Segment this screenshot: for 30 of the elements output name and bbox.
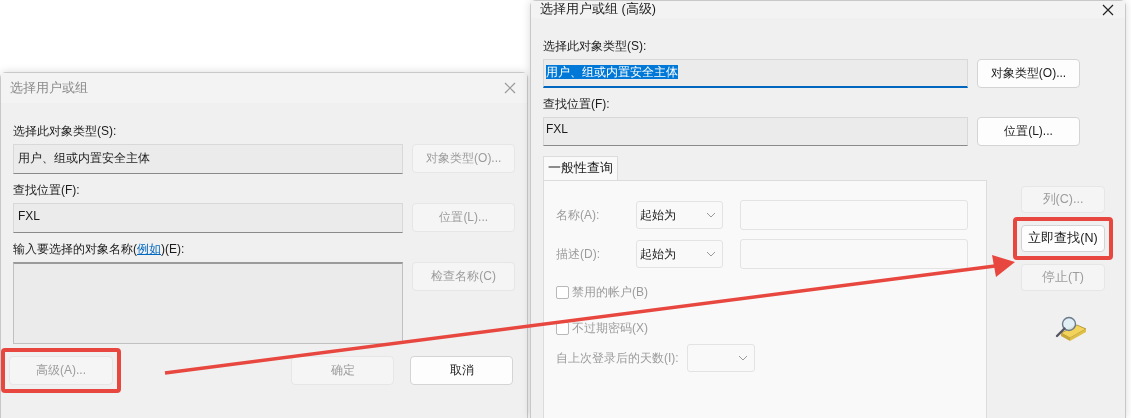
query-tab[interactable]: 一般性查询 (543, 156, 618, 180)
chevron-down-icon (706, 251, 716, 257)
field-label: 选择此对象类型(S): (13, 123, 118, 140)
field-label: 查找位置(F): (13, 182, 81, 199)
window-title: 选择用户或组 (高级) (540, 1, 656, 18)
chevron-down-icon (737, 355, 748, 361)
dialog-button[interactable]: 取消 (410, 356, 513, 385)
checkbox-label: 不过期密码(X) (572, 319, 648, 337)
days-dropdown[interactable] (686, 344, 755, 372)
field-label: 查找位置(F): (543, 96, 611, 113)
field-label: 选择此对象类型(S): (543, 38, 648, 55)
field-label: 描述(D): (556, 245, 601, 263)
window-title: 选择用户或组 (10, 79, 88, 97)
field-label: 自上次登录后的天数(I): (556, 349, 679, 367)
checkbox-label: 禁用的帐户(B) (572, 283, 648, 301)
text-field[interactable]: 用户、组或内置安全主体 (13, 144, 404, 174)
text-field[interactable] (740, 239, 968, 269)
field-label: 名称(A): (556, 206, 601, 224)
text-field[interactable]: 用户、组或内置安全主体 (543, 59, 968, 88)
text-field[interactable]: FXL (13, 203, 404, 233)
names-input-field[interactable] (13, 262, 404, 344)
dialog-button[interactable]: 位置(L)... (977, 117, 1080, 146)
close-icon[interactable] (1101, 2, 1115, 17)
dialog-button[interactable]: 对象类型(O)... (977, 59, 1080, 88)
text-field[interactable]: FXL (543, 117, 968, 146)
field-label: 输入要选择的对象名称(例如)(E): (13, 241, 186, 258)
magnifier-icon (1053, 315, 1087, 343)
example-link[interactable]: 例如 (137, 242, 161, 256)
dialog-button[interactable]: 立即查找(N) (1021, 225, 1105, 252)
chevron-down-icon (706, 212, 716, 218)
